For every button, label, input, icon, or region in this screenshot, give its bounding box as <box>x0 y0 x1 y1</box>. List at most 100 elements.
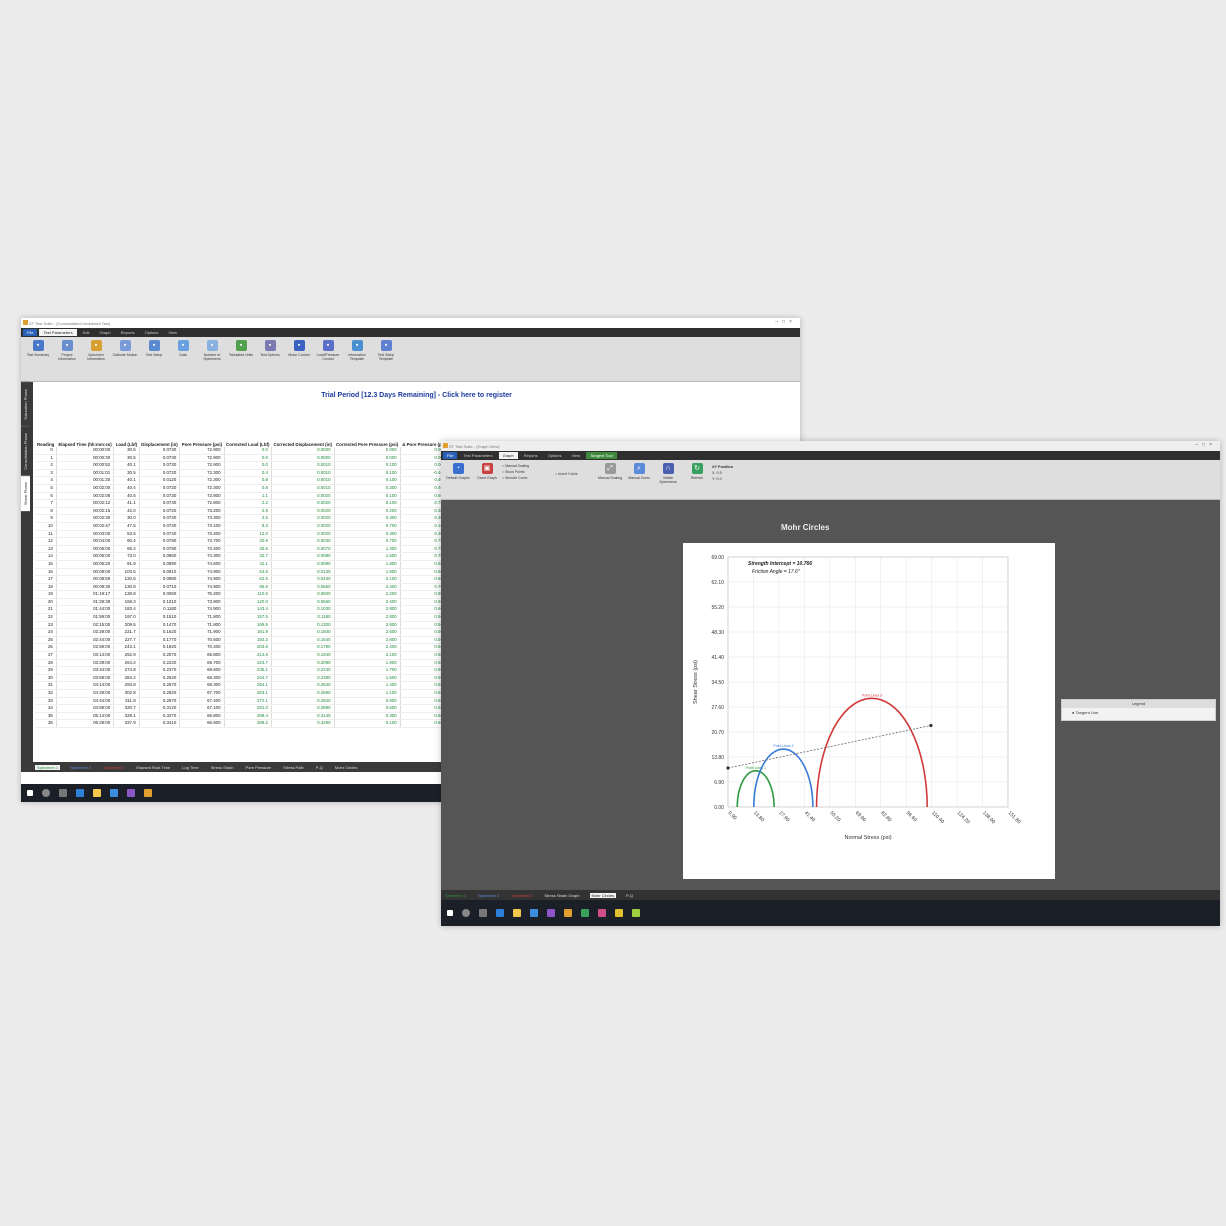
table-cell[interactable]: 40.4 <box>113 484 140 493</box>
table-cell[interactable]: 272.1 <box>224 697 272 706</box>
menu-test-parameters[interactable]: Test Parameters <box>39 329 77 336</box>
ribbon-button-7[interactable]: ▪ Tabulated Units <box>227 339 255 357</box>
column-header[interactable]: Load (Lbf) <box>114 403 139 447</box>
task-view-icon[interactable] <box>479 909 487 917</box>
table-cell[interactable]: 0.000 <box>334 447 401 455</box>
table-cell[interactable]: 18 <box>35 583 57 592</box>
table-cell[interactable]: 00:00:52 <box>56 461 115 470</box>
table-cell[interactable]: 0.1940 <box>271 651 335 660</box>
table-cell[interactable]: 60.4 <box>113 537 140 546</box>
table-cell[interactable]: 0.1920 <box>139 643 181 653</box>
tangent-start-point[interactable] <box>726 766 730 770</box>
table-cell[interactable]: 74.900 <box>179 575 225 584</box>
table-cell[interactable]: 0.0780 <box>139 545 181 554</box>
column-header[interactable]: Elapsed Time (hh:mm:ss) <box>56 403 113 447</box>
bottom-tab-7[interactable]: Stress Path <box>281 765 306 770</box>
table-cell[interactable]: 00:02:08 <box>56 492 115 501</box>
table-cell[interactable]: 73.100 <box>179 522 225 531</box>
visible-specimens-button[interactable]: ∩ Visible Specimens <box>654 462 682 484</box>
table-cell[interactable]: 01:59:00 <box>56 613 115 622</box>
default-graphs-button[interactable]: ◔ Default Graphs <box>444 462 472 480</box>
table-cell[interactable]: 66.800 <box>179 712 225 721</box>
table-cell[interactable]: 00:06:00 <box>56 552 115 561</box>
table-cell[interactable]: 0.0740 <box>139 530 181 539</box>
table-cell[interactable]: 00:02:00 <box>56 484 115 493</box>
table-cell[interactable]: 0.300 <box>334 712 401 721</box>
table-cell[interactable]: 214.6 <box>224 651 272 660</box>
table-cell[interactable]: 0.2220 <box>139 659 181 668</box>
explorer-icon[interactable] <box>93 789 101 797</box>
ribbon-button-1[interactable]: ▪ Project Information <box>53 339 81 361</box>
tab-consolidation-phase[interactable]: Consolidation Phase <box>21 425 30 476</box>
window-controls[interactable]: –□× <box>1195 442 1216 448</box>
menu-reports[interactable]: Reports <box>117 329 139 336</box>
show-points-radio[interactable]: ○ Show Points <box>502 470 554 474</box>
table-cell[interactable]: 54.5 <box>224 568 272 577</box>
table-cell[interactable]: 2.200 <box>334 590 401 599</box>
bottom-tab-4[interactable]: Log Time <box>180 765 200 770</box>
table-cell[interactable]: 74.300 <box>179 552 225 561</box>
menu-test-parameters[interactable]: Test Parameters <box>459 452 496 459</box>
table-cell[interactable]: 0.0720 <box>139 469 181 478</box>
table-cell[interactable]: 67.700 <box>179 689 225 698</box>
mail-icon[interactable] <box>530 909 538 917</box>
table-cell[interactable]: 281.0 <box>224 704 272 713</box>
refresh-button[interactable]: ↻ Refresh <box>683 462 711 480</box>
smooth-curve-radio[interactable]: ○ Smooth Curve <box>502 476 554 480</box>
table-cell[interactable]: 01:29:38 <box>56 598 115 607</box>
table-cell[interactable]: 0.2240 <box>271 666 335 675</box>
table-cell[interactable]: 4.5 <box>224 514 272 523</box>
table-cell[interactable]: 03:14:00 <box>56 651 115 660</box>
table-cell[interactable]: 11 <box>35 530 57 539</box>
table-cell[interactable]: 15 <box>35 560 57 569</box>
visual-studio-icon[interactable] <box>547 909 555 917</box>
table-cell[interactable]: 183.4 <box>113 605 140 615</box>
table-cell[interactable]: 25.6 <box>224 545 272 554</box>
spreadsheet-icon[interactable] <box>581 909 589 917</box>
table-cell[interactable]: 0.600 <box>334 704 401 713</box>
table-cell[interactable]: 30.0 <box>113 514 140 523</box>
column-header[interactable]: Reading <box>35 403 56 447</box>
table-cell[interactable]: 0.100 <box>334 492 401 501</box>
table-cell[interactable]: 192.2 <box>224 636 272 645</box>
table-cell[interactable]: 70.400 <box>179 643 225 653</box>
table-cell[interactable]: 0.0020 <box>271 530 335 539</box>
table-cell[interactable]: 04:44:00 <box>56 697 115 706</box>
table-cell[interactable]: 2.400 <box>334 598 401 607</box>
table-cell[interactable]: 103.5 <box>113 568 140 577</box>
table-cell[interactable]: 12 <box>35 537 57 546</box>
table-cell[interactable]: 47.5 <box>113 522 140 531</box>
table-cell[interactable]: 30.5 <box>113 454 140 463</box>
menu-file[interactable]: File <box>443 452 458 459</box>
table-cell[interactable]: 2.800 <box>334 636 401 645</box>
table-cell[interactable]: 13 <box>35 545 57 554</box>
table-cell[interactable]: 0.0730 <box>139 461 181 470</box>
table-cell[interactable]: 7 <box>35 499 57 508</box>
table-cell[interactable]: 337.9 <box>113 719 140 728</box>
bottom-tab-1[interactable]: Specimen 2 <box>476 893 501 898</box>
table-cell[interactable]: 0.100 <box>334 469 401 478</box>
table-cell[interactable]: 00:02:15 <box>56 507 115 516</box>
table-cell[interactable]: 0.0080 <box>271 552 335 561</box>
ribbon-button-11[interactable]: ▪ Information Template <box>343 339 371 361</box>
table-cell[interactable]: 72.300 <box>179 469 225 478</box>
table-cell[interactable]: 0.0730 <box>139 492 181 501</box>
table-cell[interactable]: 1.900 <box>334 568 401 577</box>
table-cell[interactable]: 289.4 <box>224 712 272 721</box>
table-cell[interactable]: 74.900 <box>179 568 225 577</box>
table-cell[interactable]: 00:09:30 <box>56 583 115 592</box>
table-cell[interactable]: 17 <box>35 575 57 584</box>
table-cell[interactable]: 0.0890 <box>139 560 181 569</box>
table-cell[interactable]: 0.2090 <box>271 659 335 668</box>
table-cell[interactable]: 0.1620 <box>139 628 181 637</box>
table-cell[interactable]: 0.8 <box>224 484 272 493</box>
tab-saturation-phase[interactable]: Saturation Phase <box>21 382 30 426</box>
table-cell[interactable]: 68.300 <box>179 674 225 683</box>
table-cell[interactable]: 0.0070 <box>271 545 335 554</box>
table-cell[interactable]: 0.0720 <box>139 507 181 516</box>
table-cell[interactable]: 302.8 <box>113 689 140 698</box>
table-cell[interactable]: 0.2540 <box>271 681 335 690</box>
bottom-tab-0[interactable]: Specimen 1 <box>35 764 61 770</box>
table-cell[interactable]: 72.900 <box>179 461 225 470</box>
media-icon[interactable] <box>598 909 606 917</box>
